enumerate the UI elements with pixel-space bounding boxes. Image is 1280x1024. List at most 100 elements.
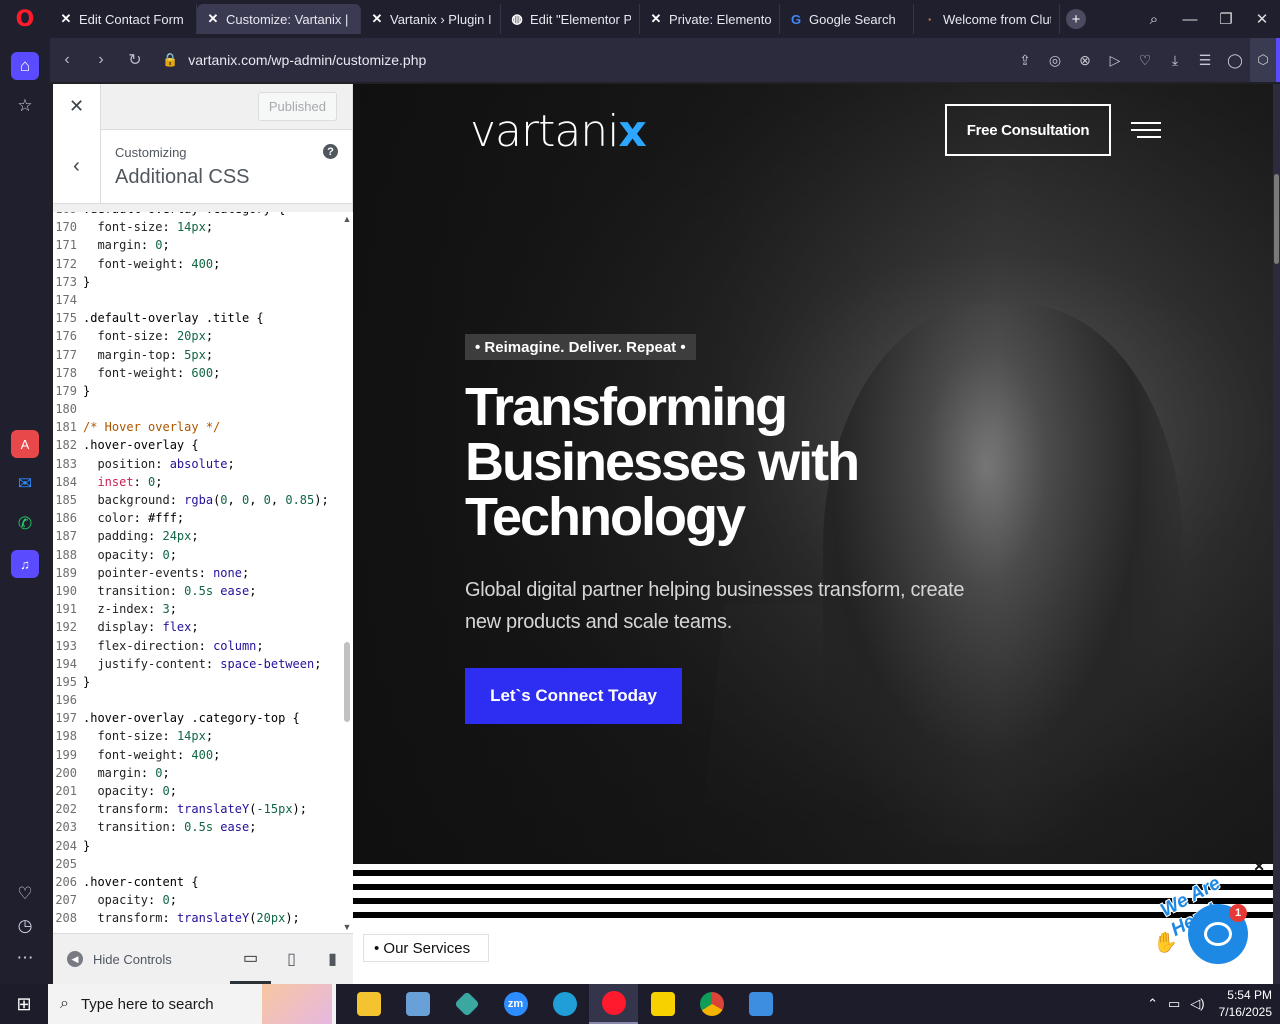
code-line: 200 margin: 0; (55, 765, 170, 780)
close-customizer-button[interactable]: ✕ (53, 83, 101, 130)
code-line: 178 font-weight: 600; (55, 365, 221, 380)
heart-icon[interactable]: ♡ (1130, 52, 1160, 69)
history-clock-icon[interactable]: ◷ (11, 912, 39, 940)
code-line: 176 font-size: 20px; (55, 329, 214, 344)
edge-icon[interactable] (540, 984, 589, 1024)
favorites-heart-icon[interactable]: ♡ (11, 880, 39, 908)
back-button[interactable]: ‹ (53, 130, 101, 203)
close-window-icon[interactable]: ✕ (1244, 10, 1280, 28)
file-explorer-icon[interactable] (344, 984, 393, 1024)
messenger-icon[interactable]: ✉ (11, 470, 39, 498)
code-line: 207 opacity: 0; (55, 893, 177, 908)
address-bar-actions: ⇪ ◎ ⊗ ▷ ♡ ⤓ ☰ ◯ (1010, 38, 1250, 82)
tab-plugin-install[interactable]: ✕Vartanix › Plugin Inst (361, 4, 501, 34)
hide-controls-icon[interactable]: ◀ (67, 951, 83, 967)
free-consultation-button[interactable]: Free Consultation (945, 104, 1111, 156)
maximize-icon[interactable]: ❐ (1208, 10, 1244, 28)
tab-private-elementor[interactable]: ✕Private: Elementor P (640, 4, 780, 34)
network-icon[interactable]: ▭ (1168, 996, 1180, 1012)
code-line: 179} (55, 383, 91, 398)
tab-customize-vartanix[interactable]: ✕Customize: Vartanix | Softw (197, 4, 361, 34)
tablet-preview-icon[interactable]: ▯ (271, 934, 312, 984)
lock-icon[interactable]: 🔒 (162, 52, 178, 68)
chrome-icon[interactable] (687, 984, 736, 1024)
profile-icon[interactable]: ◯ (1220, 52, 1250, 69)
services-section: • Our Services (353, 920, 1273, 984)
windows-start-icon[interactable]: ⊞ (0, 984, 48, 1024)
taskbar-search[interactable]: ⌕ Type here to search (48, 984, 336, 1024)
our-services-label: • Our Services (363, 934, 490, 962)
minimize-icon[interactable]: — (1172, 11, 1208, 28)
scroll-thumb[interactable] (344, 642, 350, 722)
scroll-up-icon[interactable]: ▲ (342, 214, 352, 224)
paint-icon[interactable] (393, 984, 442, 1024)
whatsapp-icon[interactable]: ✆ (11, 510, 39, 538)
taskbar-apps: zm (344, 984, 785, 1024)
hero-tagline: • Reimagine. Deliver. Repeat • (465, 334, 696, 360)
site-logo[interactable]: vartanix (470, 106, 647, 157)
photos-icon[interactable] (736, 984, 785, 1024)
device-switcher: ▭ ▯ ▮ (230, 934, 353, 984)
search-tabs-icon[interactable]: ⌕ (1136, 11, 1172, 28)
reload-icon[interactable]: ↻ (118, 50, 152, 70)
connect-today-button[interactable]: Let`s Connect Today (465, 668, 682, 724)
aria-icon[interactable]: A (11, 430, 39, 458)
customizing-label: Customizing (115, 145, 187, 160)
chat-icon (1204, 922, 1232, 946)
code-line: 182 .hover-overlay { (55, 438, 199, 453)
tab-edit-elementor-page[interactable]: ◍Edit "Elementor Page (501, 4, 640, 34)
opera-taskbar-icon[interactable] (589, 984, 638, 1024)
search-icon: ⌕ (60, 995, 69, 1012)
tab-google-search[interactable]: G Google Search (780, 4, 914, 34)
new-tab-button[interactable]: + (1066, 9, 1086, 29)
zoom-icon[interactable]: zm (491, 984, 540, 1024)
desktop-preview-icon[interactable]: ▭ (230, 934, 271, 984)
css-code-editor[interactable]: 169.default-overlay .category {170 font-… (53, 212, 353, 934)
share-icon[interactable]: ⇪ (1010, 52, 1040, 69)
easy-setup-icon[interactable]: ☰ (1190, 52, 1220, 69)
scroll-down-icon[interactable]: ▼ (342, 922, 352, 932)
mobile-preview-icon[interactable]: ▮ (312, 934, 353, 984)
download-icon[interactable]: ⤓ (1160, 52, 1190, 69)
code-line: 201 opacity: 0; (55, 784, 177, 798)
hide-controls-button[interactable]: Hide Controls (93, 952, 172, 967)
hamburger-menu-icon[interactable] (1131, 122, 1161, 140)
tab-edit-contact-form[interactable]: ✕Edit Contact Form ‹ V (50, 4, 197, 34)
tab-welcome-clutch[interactable]: · Welcome from Clutc (914, 4, 1060, 34)
editor-scrollbar[interactable]: ▲ ▼ (341, 212, 353, 933)
url-field[interactable]: vartanix.com/wp-admin/customize.php (188, 52, 426, 68)
clock[interactable]: 5:54 PM 7/16/2025 (1219, 987, 1272, 1021)
home-icon[interactable]: ⌂ (11, 52, 39, 80)
music-player-icon[interactable]: ♫ (11, 550, 39, 578)
preview-scroll-thumb[interactable] (1274, 174, 1279, 264)
extensions-icon[interactable]: ⬡ (1250, 38, 1280, 82)
site-preview: vartanix Free Consultation • Reimagine. … (353, 84, 1273, 984)
preview-scrollbar[interactable] (1273, 84, 1280, 984)
code-line: 202 transform: translateY(-15px); (55, 802, 307, 817)
code-line: 204} (55, 838, 91, 853)
opera-logo-icon[interactable]: O (0, 0, 50, 38)
taskbar-search-input[interactable]: Type here to search (81, 996, 214, 1013)
help-icon[interactable]: ? (323, 144, 338, 159)
code-line: 171 margin: 0; (55, 238, 170, 253)
section-title: Additional CSS (115, 166, 250, 188)
code-line: 177 margin-top: 5px; (55, 347, 214, 362)
published-button[interactable]: Published (257, 92, 337, 121)
system-tray: ⌃ ▭ ◁) 5:54 PM 7/16/2025 (1137, 984, 1272, 1024)
section-header: ‹ Customizing Additional CSS (53, 130, 352, 204)
back-icon[interactable]: ‹ (50, 51, 84, 69)
speed-dial-icon[interactable]: ☆ (11, 92, 39, 120)
code-line: 203 transition: 0.5s ease; (55, 820, 257, 835)
camera-icon[interactable]: ◎ (1040, 52, 1070, 69)
forward-icon[interactable]: › (84, 51, 118, 69)
adblock-icon[interactable]: ⊗ (1070, 52, 1100, 69)
app-diamond-icon[interactable] (442, 984, 491, 1024)
code-line: 184 inset: 0; (55, 474, 163, 489)
volume-icon[interactable]: ◁) (1190, 996, 1204, 1012)
chevron-up-icon[interactable]: ⌃ (1147, 996, 1158, 1012)
send-icon[interactable]: ▷ (1100, 52, 1130, 69)
code-line: 208 transform: translateY(20px); (55, 911, 300, 926)
more-dots-icon[interactable]: ⋯ (11, 944, 39, 972)
sticky-notes-icon[interactable] (638, 984, 687, 1024)
code-line: 180 (55, 402, 77, 417)
